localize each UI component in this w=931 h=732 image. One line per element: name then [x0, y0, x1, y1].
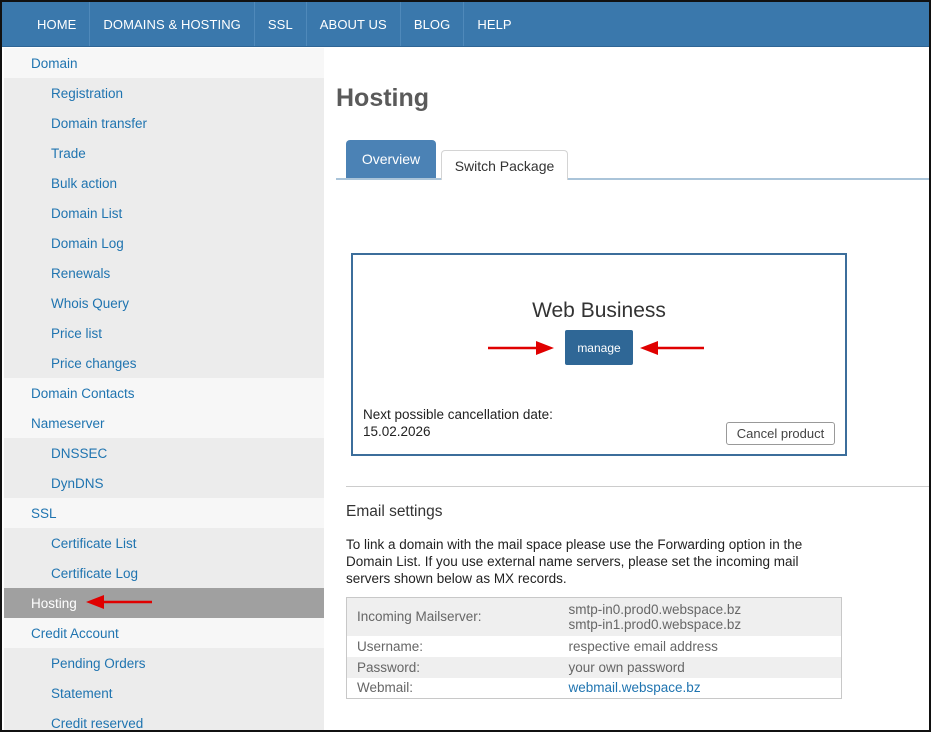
sidebar-item-domain-log[interactable]: Domain Log: [4, 228, 324, 258]
product-name: Web Business: [532, 299, 666, 322]
nav-blog[interactable]: BLOG: [399, 2, 464, 46]
cancel-product-button[interactable]: Cancel product: [726, 422, 835, 445]
tab-bar: Overview Switch Package: [336, 140, 929, 180]
section-divider: [346, 486, 929, 487]
annotation-arrow-left-icon: [640, 341, 704, 355]
nav-about-us[interactable]: ABOUT US: [305, 2, 400, 46]
table-row: Password: your own password: [346, 656, 842, 678]
sidebar-item-certificate-log[interactable]: Certificate Log: [4, 558, 324, 588]
sidebar-item-bulk-action[interactable]: Bulk action: [4, 168, 324, 198]
sidebar-item-price-changes[interactable]: Price changes: [4, 348, 324, 378]
cancellation-date: 15.02.2026: [363, 424, 431, 439]
sidebar-item-domain-list[interactable]: Domain List: [4, 198, 324, 228]
incoming-mailserver-value: smtp-in0.prod0.webspace.bz smtp-in1.prod…: [559, 598, 842, 636]
webmail-value: webmail.webspace.bz: [559, 678, 842, 699]
table-row: Webmail: webmail.webspace.bz: [346, 677, 842, 699]
sidebar-item-ssl[interactable]: SSL: [4, 498, 324, 528]
mail-settings-table: Incoming Mailserver: smtp-in0.prod0.webs…: [346, 597, 842, 699]
sidebar-item-domain[interactable]: Domain: [4, 48, 324, 78]
sidebar-item-hosting[interactable]: Hosting: [4, 588, 324, 618]
nav-ssl[interactable]: SSL: [253, 2, 306, 46]
sidebar-item-nameserver[interactable]: Nameserver: [4, 408, 324, 438]
cancellation-info: Next possible cancellation date: 15.02.2…: [363, 406, 553, 440]
page-title: Hosting: [336, 84, 430, 112]
table-row: Username: respective email address: [346, 635, 842, 657]
sidebar-item-whois-query[interactable]: Whois Query: [4, 288, 324, 318]
webmail-label: Webmail:: [357, 680, 414, 696]
sidebar-item-certificate-list[interactable]: Certificate List: [4, 528, 324, 558]
annotation-arrow-right-icon: [488, 341, 554, 355]
email-settings-title: Email settings: [346, 503, 443, 520]
nav-home[interactable]: HOME: [24, 2, 89, 46]
sidebar-item-credit-account[interactable]: Credit Account: [4, 618, 324, 648]
sidebar: Domain Registration Domain transfer Trade Bu…: [4, 48, 324, 730]
sidebar-item-dnssec[interactable]: DNSSEC: [4, 438, 324, 468]
password-label: Password:: [357, 659, 421, 675]
app-window: HOME DOMAINS & HOSTING SSL ABOUT US BLOG…: [0, 0, 931, 732]
sidebar-item-renewals[interactable]: Renewals: [4, 258, 324, 288]
tab-switch-package[interactable]: Switch Package: [441, 150, 568, 180]
nav-domains-hosting[interactable]: DOMAINS & HOSTING: [89, 2, 254, 46]
incoming-mailserver-1: smtp-in0.prod0.webspace.bz: [568, 601, 742, 617]
sidebar-item-registration[interactable]: Registration: [4, 78, 324, 108]
nav-help[interactable]: HELP: [463, 2, 524, 46]
username-value: respective email address: [568, 638, 718, 654]
username-label: Username:: [357, 638, 424, 654]
incoming-mailserver-label: Incoming Mailserver:: [357, 609, 482, 625]
tab-overview[interactable]: Overview: [346, 140, 436, 178]
sidebar-item-statement[interactable]: Statement: [4, 678, 324, 708]
sidebar-item-dyndns[interactable]: DynDNS: [4, 468, 324, 498]
sidebar-item-domain-contacts[interactable]: Domain Contacts: [4, 378, 324, 408]
password-value: your own password: [568, 659, 685, 675]
manage-button[interactable]: manage: [565, 330, 633, 365]
incoming-mailserver-2: smtp-in1.prod0.webspace.bz: [568, 616, 742, 632]
email-settings-description: To link a domain with the mail space ple…: [346, 537, 803, 586]
sidebar-item-credit-reserved[interactable]: Credit reserved: [4, 708, 324, 730]
sidebar-item-domain-transfer[interactable]: Domain transfer: [4, 108, 324, 138]
annotation-arrow-hosting-icon: [86, 595, 152, 609]
sidebar-item-price-list[interactable]: Price list: [4, 318, 324, 348]
cancellation-date-label: Next possible cancellation date:: [363, 407, 553, 422]
table-row: Incoming Mailserver: smtp-in0.prod0.webs…: [346, 597, 842, 636]
sidebar-item-trade[interactable]: Trade: [4, 138, 324, 168]
sidebar-item-pending-orders[interactable]: Pending Orders: [4, 648, 324, 678]
main-content: Hosting Overview Switch Package Web Busi…: [326, 48, 929, 730]
top-navigation: HOME DOMAINS & HOSTING SSL ABOUT US BLOG…: [2, 2, 929, 47]
product-card: Web Business manage Next possible cancel…: [351, 253, 847, 456]
webmail-link[interactable]: webmail.webspace.bz: [569, 680, 701, 695]
